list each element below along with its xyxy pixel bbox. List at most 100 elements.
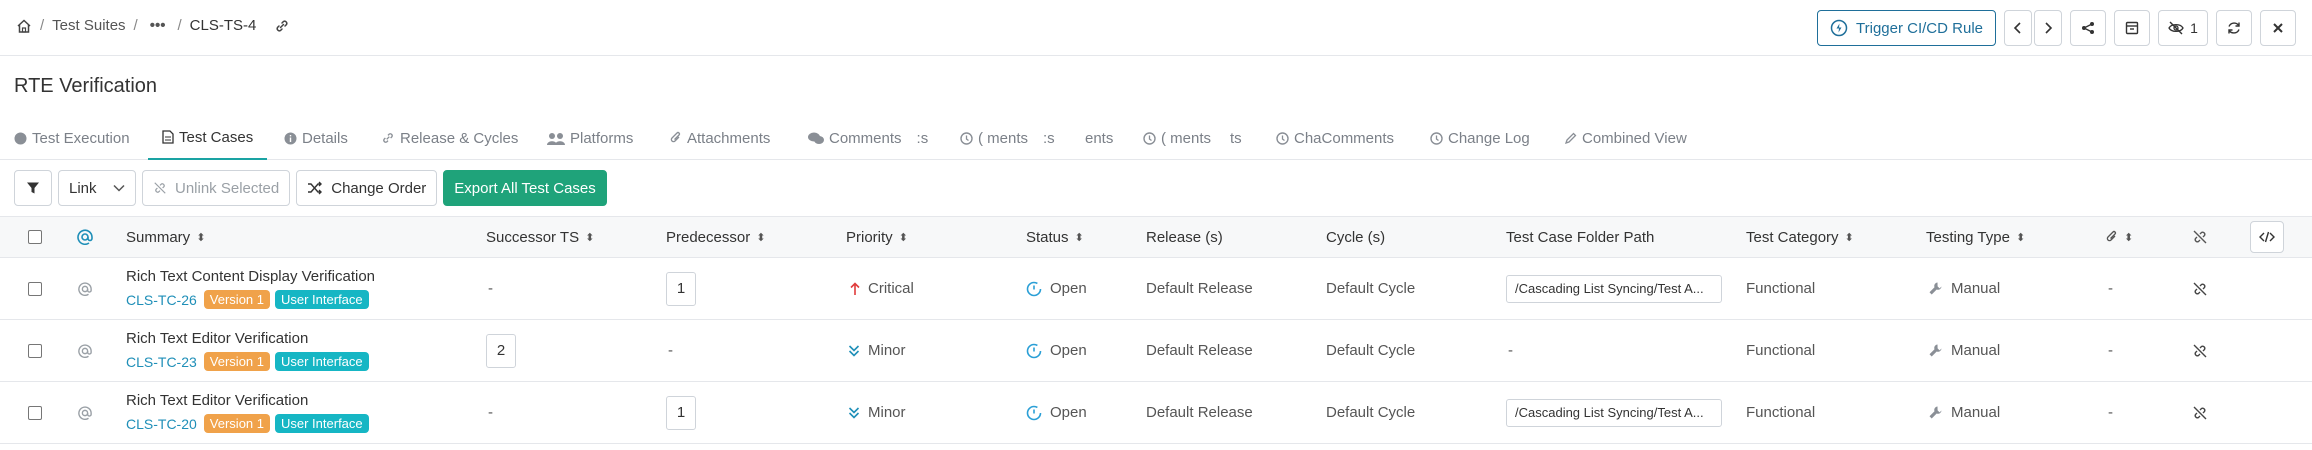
col-testing-type-label: Testing Type: [1926, 228, 2010, 246]
col-testing-type[interactable]: Testing Type ⬍: [1926, 217, 2025, 257]
col-status[interactable]: Status ⬍: [1026, 217, 1084, 257]
column-toggle-button[interactable]: [2250, 221, 2284, 253]
archive-icon: [2125, 21, 2139, 35]
col-test-category[interactable]: Test Category ⬍: [1746, 217, 1854, 257]
tab-trail: :s: [1043, 129, 1055, 147]
next-button[interactable]: [2034, 10, 2062, 46]
version-badge: Version 1: [203, 290, 270, 309]
at-sign-icon[interactable]: [78, 281, 92, 296]
row-checkbox[interactable]: [28, 281, 42, 296]
predecessor-count[interactable]: 1: [666, 271, 696, 306]
tab-test-cases[interactable]: Test Cases: [148, 116, 268, 160]
previous-button[interactable]: [2004, 10, 2032, 46]
filter-button[interactable]: [14, 170, 52, 206]
unlink-icon[interactable]: [2192, 405, 2208, 421]
wrench-icon: [1928, 405, 1943, 420]
eye-slash-icon: [2168, 21, 2184, 35]
predecessor-count[interactable]: 1: [666, 395, 696, 430]
priority-cell: Critical: [850, 258, 914, 319]
col-summary[interactable]: Summary ⬍: [126, 217, 205, 257]
summary-title[interactable]: Rich Text Editor Verification: [126, 330, 308, 347]
test-case-id[interactable]: CLS-TC-26: [126, 292, 197, 308]
status-open-icon: [1026, 405, 1042, 421]
tab-details[interactable]: Details: [284, 116, 348, 160]
refresh-icon: [2227, 21, 2241, 35]
folder-path-cell: -: [1508, 342, 1513, 359]
wrench-icon: [1928, 281, 1943, 296]
table-row[interactable]: Rich Text Editor Verification CLS-TC-23 …: [0, 320, 2312, 382]
tag-badge: User Interface: [275, 352, 369, 371]
unlink-icon[interactable]: [2192, 281, 2208, 297]
test-case-id[interactable]: CLS-TC-23: [126, 354, 197, 370]
page-title: RTE Verification: [14, 75, 158, 97]
select-all-checkbox[interactable]: [28, 230, 42, 244]
tag-badge: User Interface: [275, 290, 369, 309]
tab-attachments[interactable]: Attachments: [670, 116, 770, 160]
tab-comments-2[interactable]: ( ments :s: [960, 116, 1055, 160]
summary-title[interactable]: Rich Text Editor Verification: [126, 392, 308, 409]
tab-change-log[interactable]: Change Log: [1430, 116, 1530, 160]
at-cell: [78, 320, 92, 381]
tab-test-execution[interactable]: Test Execution: [14, 116, 130, 160]
tab-comments-3[interactable]: ents: [1085, 116, 1113, 160]
tab-release-cycles[interactable]: Release & Cycles: [381, 116, 518, 160]
home-icon[interactable]: [16, 18, 32, 34]
folder-path-field[interactable]: /Cascading List Syncing/Test A...: [1506, 398, 1722, 427]
summary-cell: Rich Text Editor Verification CLS-TC-20 …: [126, 382, 369, 443]
breadcrumb-separator: /: [177, 17, 182, 34]
cycle-cell: Default Cycle: [1326, 280, 1416, 297]
hidden-toggle-button[interactable]: 1: [2158, 10, 2208, 46]
table-row[interactable]: Rich Text Content Display Verification C…: [0, 258, 2312, 320]
change-order-button[interactable]: Change Order: [296, 170, 438, 206]
double-chevron-down-icon: [848, 406, 860, 420]
col-summary-label: Summary: [126, 228, 191, 246]
breadcrumb-more[interactable]: •••: [150, 17, 166, 34]
code-icon: [2259, 231, 2275, 243]
col-priority[interactable]: Priority ⬍: [846, 217, 908, 257]
tab-label: Platforms: [570, 129, 634, 147]
tab-platforms[interactable]: Platforms: [547, 116, 633, 160]
table-row[interactable]: Rich Text Editor Verification CLS-TC-20 …: [0, 382, 2312, 444]
priority-label: Critical: [868, 280, 914, 297]
row-checkbox[interactable]: [28, 405, 42, 420]
summary-meta: CLS-TC-20 Version 1 User Interface: [126, 414, 369, 433]
category-cell: Functional: [1746, 404, 1816, 421]
at-column-header: [77, 217, 93, 257]
col-attachments[interactable]: ⬍: [2106, 217, 2133, 257]
unlink-icon[interactable]: [2192, 343, 2208, 359]
tab-comments-4[interactable]: ( ments ts: [1143, 116, 1242, 160]
priority-label: Minor: [868, 404, 906, 421]
col-predecessor[interactable]: Predecessor ⬍: [666, 217, 765, 257]
refresh-button[interactable]: [2216, 10, 2252, 46]
close-button[interactable]: [2260, 10, 2296, 46]
unlink-selected-button[interactable]: Unlink Selected: [142, 170, 291, 206]
trigger-cicd-rule-button[interactable]: Trigger CI/CD Rule: [1817, 10, 1996, 46]
at-sign-icon[interactable]: [78, 405, 92, 420]
row-checkbox[interactable]: [28, 343, 42, 358]
share-button[interactable]: [2070, 10, 2106, 46]
col-successor[interactable]: Successor TS ⬍: [486, 217, 594, 257]
trigger-cicd-rule-label: Trigger CI/CD Rule: [1856, 19, 1983, 37]
col-predecessor-label: Predecessor: [666, 228, 751, 246]
tab-combined-view[interactable]: Combined View: [1564, 116, 1687, 160]
tab-label: Attachments: [687, 129, 771, 147]
breadcrumb-test-suites[interactable]: Test Suites: [52, 17, 125, 34]
test-case-id[interactable]: CLS-TC-20: [126, 416, 197, 432]
tab-label: Details: [302, 129, 348, 147]
successor-count[interactable]: 2: [486, 333, 516, 368]
release-cell: Default Release: [1146, 342, 1253, 359]
export-all-test-cases-button[interactable]: Export All Test Cases: [443, 170, 607, 206]
at-sign-icon[interactable]: [78, 343, 92, 358]
link-icon[interactable]: [274, 18, 290, 34]
archive-button[interactable]: [2114, 10, 2150, 46]
link-dropdown[interactable]: Link: [58, 170, 136, 206]
tab-comments[interactable]: Comments :s: [808, 116, 928, 160]
shuffle-icon: [307, 181, 323, 195]
release-cell: Default Release: [1146, 404, 1253, 421]
summary-title[interactable]: Rich Text Content Display Verification: [126, 268, 375, 285]
status-label: Open: [1050, 404, 1087, 421]
paperclip-icon: [2106, 230, 2118, 244]
users-icon: [547, 132, 565, 145]
folder-path-field[interactable]: /Cascading List Syncing/Test A...: [1506, 274, 1722, 303]
tab-cha-comments[interactable]: ChaComments: [1276, 116, 1394, 160]
